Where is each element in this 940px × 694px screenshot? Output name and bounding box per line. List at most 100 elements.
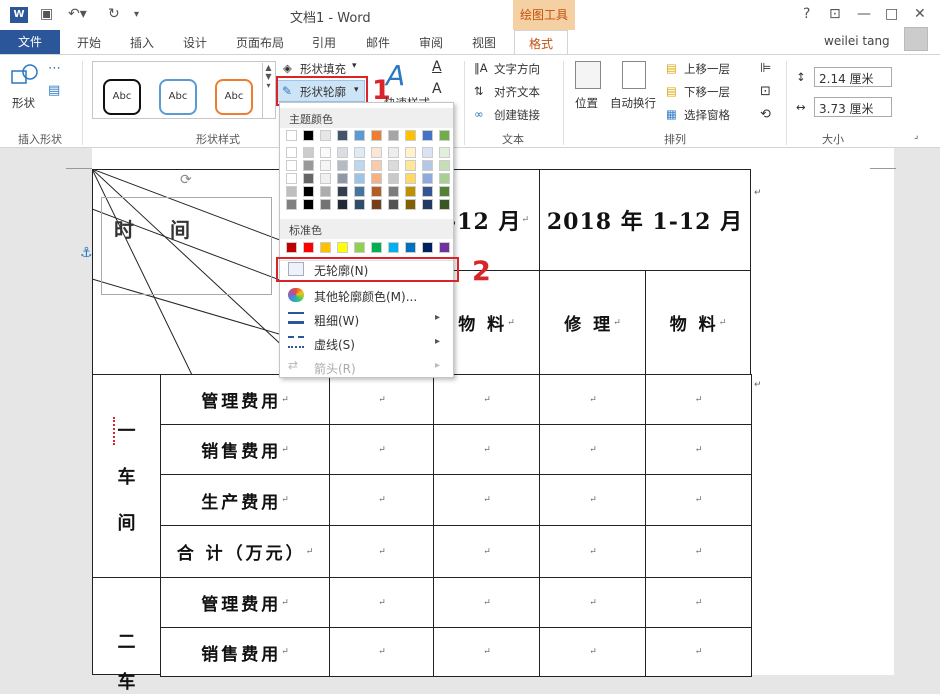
tab-references[interactable]: 引用 [312, 34, 336, 51]
bring-forward-icon[interactable]: ▤ [666, 61, 677, 75]
styles-scroll-icon[interactable]: ▲ ▼ ▾ [262, 63, 274, 119]
table-cell[interactable]: ↵ [329, 424, 435, 475]
text-direction-icon[interactable]: ‖A [474, 61, 488, 75]
position-icon[interactable] [575, 61, 601, 89]
rotate-icon[interactable]: ⟲ [760, 107, 771, 122]
theme-color-swatch[interactable] [371, 130, 382, 141]
quick-styles-icon[interactable]: A [386, 59, 405, 92]
selection-pane-button[interactable]: 选择窗格 [684, 107, 730, 123]
theme-color-swatch[interactable] [303, 173, 314, 184]
header-material-2[interactable]: 物 料 ↵ [645, 270, 751, 375]
text-outline-icon[interactable]: A [432, 81, 442, 97]
shape-styles-gallery[interactable]: Abc Abc Abc [92, 61, 276, 119]
selected-text-box[interactable] [101, 197, 272, 295]
theme-color-swatch[interactable] [337, 147, 348, 158]
tab-insert[interactable]: 插入 [130, 34, 154, 51]
theme-color-swatch[interactable] [422, 199, 433, 210]
theme-color-swatch[interactable] [354, 160, 365, 171]
theme-color-swatch[interactable] [337, 199, 348, 210]
theme-color-swatch[interactable] [371, 173, 382, 184]
theme-color-swatch[interactable] [337, 160, 348, 171]
table-cell[interactable]: ↵ [645, 627, 752, 677]
table-cell[interactable]: ↵ [539, 474, 647, 526]
theme-color-swatch[interactable] [337, 130, 348, 141]
table-cell[interactable]: ↵ [329, 374, 435, 425]
theme-color-swatch[interactable] [337, 173, 348, 184]
theme-color-swatch[interactable] [303, 130, 314, 141]
table-cell[interactable]: ↵ [329, 627, 435, 677]
maximize-icon[interactable]: □ [885, 6, 898, 22]
theme-color-swatch[interactable] [320, 199, 331, 210]
theme-color-swatch[interactable] [371, 147, 382, 158]
theme-color-swatch[interactable] [371, 186, 382, 197]
table-cell[interactable]: ↵ [433, 577, 541, 628]
avatar[interactable] [904, 27, 928, 51]
text-box-icon[interactable]: ▤ [48, 83, 60, 98]
theme-color-swatch[interactable] [320, 173, 331, 184]
theme-color-swatch[interactable] [354, 147, 365, 158]
tab-home[interactable]: 开始 [77, 34, 101, 51]
close-icon[interactable]: ✕ [914, 6, 926, 22]
theme-color-swatch[interactable] [405, 199, 416, 210]
wrap-text-button[interactable]: 自动换行 [610, 95, 656, 111]
group-icon[interactable]: ⊡ [760, 84, 771, 99]
theme-color-swatch[interactable] [286, 186, 297, 197]
theme-color-swatch[interactable] [388, 173, 399, 184]
tab-review[interactable]: 审阅 [419, 34, 443, 51]
redo-icon[interactable]: ↻ [108, 6, 120, 22]
save-icon[interactable]: ▣ [40, 6, 53, 22]
user-name[interactable]: weilei tang [824, 34, 890, 48]
theme-color-swatch[interactable] [320, 130, 331, 141]
wrap-text-icon[interactable] [622, 61, 646, 89]
undo-icon[interactable]: ↶▾ [68, 6, 87, 22]
height-field[interactable]: 2.14 厘米 [814, 67, 892, 87]
table-cell[interactable]: ↵ [645, 577, 752, 628]
theme-color-swatch[interactable] [371, 199, 382, 210]
standard-color-swatch[interactable] [320, 242, 331, 253]
dashes-item[interactable]: 虚线(S) ▸ [286, 332, 448, 354]
workshop-1-cell[interactable]: 一 车 间 [92, 374, 161, 578]
theme-color-swatch[interactable] [354, 130, 365, 141]
standard-color-swatch[interactable] [286, 242, 297, 253]
theme-color-swatch[interactable] [320, 160, 331, 171]
theme-color-swatch[interactable] [354, 186, 365, 197]
fill-bucket-icon[interactable]: ◈ [283, 61, 292, 75]
row-label-cell[interactable]: 管理费用 ↵ [160, 577, 330, 628]
shapes-gallery-icon[interactable] [10, 63, 40, 87]
table-cell[interactable]: ↵ [539, 577, 647, 628]
theme-color-swatch[interactable] [388, 147, 399, 158]
tab-layout[interactable]: 页面布局 [236, 34, 284, 51]
align-icon[interactable]: ⊫ [760, 61, 771, 76]
tab-format[interactable]: 格式 [514, 30, 569, 55]
link-icon[interactable]: ∞ [474, 107, 484, 121]
standard-color-swatch[interactable] [371, 242, 382, 253]
width-field[interactable]: 3.73 厘米 [814, 97, 892, 117]
theme-color-swatch[interactable] [388, 160, 399, 171]
weight-item[interactable]: 粗细(W) ▸ [286, 308, 448, 330]
tab-file[interactable]: 文件 [0, 30, 60, 54]
theme-color-swatch[interactable] [422, 186, 433, 197]
table-cell[interactable]: ↵ [433, 525, 541, 578]
table-cell[interactable]: ↵ [433, 627, 541, 677]
theme-color-swatch[interactable] [303, 186, 314, 197]
minimize-icon[interactable]: — [857, 6, 871, 22]
tab-mailings[interactable]: 邮件 [366, 34, 390, 51]
table-cell[interactable]: ↵ [539, 374, 647, 425]
send-backward-button[interactable]: 下移一层 [684, 84, 730, 100]
theme-color-swatch[interactable] [388, 199, 399, 210]
table-cell[interactable]: ↵ [433, 374, 541, 425]
table-cell[interactable]: ↵ [539, 627, 647, 677]
align-text-icon[interactable]: ⇅ [474, 84, 484, 98]
help-icon[interactable]: ? [803, 6, 810, 22]
theme-color-swatch[interactable] [286, 199, 297, 210]
theme-color-swatch[interactable] [286, 130, 297, 141]
theme-color-swatch[interactable] [388, 186, 399, 197]
customize-qa-icon[interactable]: ▾ [134, 9, 139, 20]
theme-color-swatch[interactable] [405, 160, 416, 171]
theme-color-swatch[interactable] [405, 130, 416, 141]
row-label-cell[interactable]: 管理费用 ↵ [160, 374, 330, 425]
standard-color-swatch[interactable] [303, 242, 314, 253]
theme-color-swatch[interactable] [286, 160, 297, 171]
ribbon-display-icon[interactable]: ⊡ [829, 6, 841, 22]
theme-color-swatch[interactable] [405, 147, 416, 158]
